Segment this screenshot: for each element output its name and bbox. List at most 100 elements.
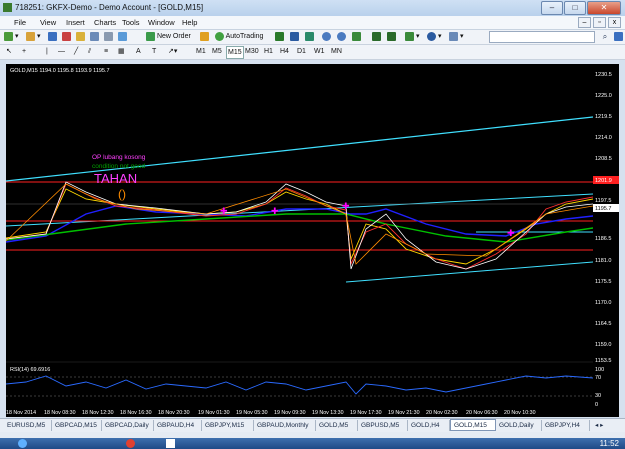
menu-insert[interactable]: Insert bbox=[66, 18, 85, 27]
ma-yellow bbox=[5, 188, 594, 265]
navigator-button[interactable] bbox=[76, 31, 85, 42]
annotation-condition[interactable]: condition not good bbox=[92, 163, 146, 170]
menu-file[interactable]: File bbox=[14, 18, 26, 27]
crosshair-tool[interactable]: + bbox=[22, 46, 26, 57]
autotrading-button[interactable]: AutoTrading bbox=[215, 31, 263, 42]
market-watch-button[interactable] bbox=[48, 31, 57, 42]
zoom-in-button[interactable] bbox=[322, 31, 331, 42]
horizontal-line-tool[interactable]: — bbox=[58, 46, 65, 57]
line-chart-button[interactable] bbox=[305, 31, 314, 42]
menu-help[interactable]: Help bbox=[182, 18, 197, 27]
vertical-line-tool[interactable]: | bbox=[46, 46, 48, 57]
tab-gbpcad-daily[interactable]: GBPCAD,Daily bbox=[102, 420, 154, 431]
label-tool[interactable]: T bbox=[152, 46, 156, 57]
minimize-button[interactable]: – bbox=[541, 1, 563, 15]
signal-marker: ✚ bbox=[271, 206, 279, 216]
tab-eurusd-m5[interactable]: EURUSD,M5 bbox=[4, 420, 52, 431]
lower-trendline[interactable] bbox=[345, 261, 594, 283]
new-chart-icon bbox=[4, 31, 13, 41]
zoom-in-icon bbox=[322, 31, 331, 41]
time-label: 20 Nov 10:30 bbox=[504, 410, 536, 416]
text-tool[interactable]: A bbox=[136, 46, 141, 57]
clock-icon bbox=[427, 31, 436, 41]
menu-view[interactable]: View bbox=[40, 18, 56, 27]
app-taskbar-icon[interactable] bbox=[166, 439, 175, 448]
time-label: 19 Nov 05:30 bbox=[236, 410, 268, 416]
candle-chart-icon bbox=[290, 31, 299, 41]
time-label: 20 Nov 06:30 bbox=[466, 410, 498, 416]
candle-chart-button[interactable] bbox=[290, 31, 299, 42]
search-icon[interactable]: ⌕ bbox=[599, 31, 611, 42]
ma-blue bbox=[5, 205, 594, 243]
level-price-label: 1201.9 bbox=[595, 178, 612, 184]
zoom-out-button[interactable] bbox=[337, 31, 346, 42]
current-price-label: 1195.7 bbox=[595, 206, 611, 212]
tab-gold-h4[interactable]: GOLD,H4 bbox=[408, 420, 450, 431]
time-label: 19 Nov 01:30 bbox=[198, 410, 230, 416]
standard-toolbar: ▾ ▾ New Order AutoTrading ▾ ▾ ▾ ⌕ bbox=[0, 30, 625, 45]
tab-scroll-arrows[interactable]: ◂ ▸ bbox=[592, 420, 620, 431]
timeframe-m30[interactable]: M30 bbox=[245, 46, 259, 57]
auto-scroll-button[interactable] bbox=[372, 31, 381, 42]
menu-tools[interactable]: Tools bbox=[122, 18, 140, 27]
annotation-tahan[interactable]: TAHAN bbox=[94, 171, 137, 186]
maximize-button[interactable]: □ bbox=[564, 1, 586, 15]
community-button[interactable] bbox=[614, 31, 623, 42]
rsi-label: RSI(14) 69.6916 bbox=[10, 367, 50, 373]
channel-tool[interactable]: ⫽ bbox=[88, 46, 91, 57]
tab-gbpcad-m15[interactable]: GBPCAD,M15 bbox=[52, 420, 102, 431]
fibo-tool[interactable]: ≡ bbox=[104, 46, 108, 57]
close-button[interactable]: ✕ bbox=[587, 1, 621, 15]
time-label: 18 Nov 12:30 bbox=[82, 410, 114, 416]
arrows-tool[interactable]: ↗▾ bbox=[168, 46, 177, 57]
timeframe-h1[interactable]: H1 bbox=[264, 46, 273, 57]
tile-windows-button[interactable] bbox=[352, 31, 361, 42]
tab-gbpusd-m5[interactable]: GBPUSD,M5 bbox=[358, 420, 408, 431]
menu-bar: File View Insert Charts Tools Window Hel… bbox=[0, 16, 625, 30]
tester-button[interactable] bbox=[104, 31, 113, 42]
timeframe-m15[interactable]: M15 bbox=[226, 46, 244, 59]
data-window-button[interactable] bbox=[62, 31, 71, 42]
timeframe-d1[interactable]: D1 bbox=[297, 46, 306, 57]
bar-chart-button[interactable] bbox=[275, 31, 284, 42]
tab-gbpjpy-h4[interactable]: GBPJPY,H4 bbox=[542, 420, 590, 431]
mdi-minimize-button[interactable]: – bbox=[578, 17, 591, 28]
timeframe-mn[interactable]: MN bbox=[331, 46, 342, 57]
menu-window[interactable]: Window bbox=[148, 18, 175, 27]
menu-charts[interactable]: Charts bbox=[94, 18, 116, 27]
tab-gold-daily[interactable]: GOLD,Daily bbox=[496, 420, 542, 431]
timeframe-w1[interactable]: W1 bbox=[314, 46, 325, 57]
browser-icon[interactable] bbox=[126, 439, 135, 448]
data-window-icon bbox=[62, 31, 71, 41]
start-icon[interactable] bbox=[18, 439, 27, 448]
annotation-op[interactable]: OP lubang kosong bbox=[92, 154, 146, 161]
trendline-tool[interactable]: ╱ bbox=[74, 46, 78, 57]
tab-gbpaud-h4[interactable]: GBPAUD,H4 bbox=[154, 420, 202, 431]
mdi-close-button[interactable]: x bbox=[608, 17, 621, 28]
timeframe-m5[interactable]: M5 bbox=[212, 46, 222, 57]
search-input[interactable] bbox=[489, 31, 595, 43]
editor-button[interactable] bbox=[118, 31, 127, 42]
price-axis: 1230.5 1225.0 1219.5 1214.0 1208.5 1201.… bbox=[593, 64, 619, 408]
chart-shift-button[interactable] bbox=[387, 31, 396, 42]
templates-button[interactable]: ▾ bbox=[449, 31, 463, 42]
price-chart[interactable]: GOLD,M15 1194.0 1195.8 1193.9 1195.7 ✚ ✚… bbox=[5, 64, 594, 407]
profiles-button[interactable]: ▾ bbox=[26, 31, 40, 42]
timeframe-h4[interactable]: H4 bbox=[280, 46, 289, 57]
tab-gbpjpy-m15[interactable]: GBPJPY,M15 bbox=[202, 420, 254, 431]
cursor-tool[interactable]: ↖ bbox=[6, 46, 12, 57]
terminal-button[interactable] bbox=[90, 31, 99, 42]
metaeditor-button[interactable] bbox=[200, 31, 209, 42]
zoom-out-icon bbox=[337, 31, 346, 41]
time-label: 18 Nov 08:30 bbox=[44, 410, 76, 416]
timeframe-m1[interactable]: M1 bbox=[196, 46, 206, 57]
tab-gold-m5[interactable]: GOLD,M5 bbox=[316, 420, 358, 431]
new-chart-button[interactable]: ▾ bbox=[4, 31, 18, 42]
tab-gold-m15[interactable]: GOLD,M15 bbox=[450, 419, 496, 431]
new-order-button[interactable]: New Order bbox=[146, 31, 191, 42]
tab-gbpaud-monthly[interactable]: GBPAUD,Monthly bbox=[254, 420, 316, 431]
periods-button[interactable]: ▾ bbox=[427, 31, 441, 42]
mdi-restore-button[interactable]: ▫ bbox=[593, 17, 606, 28]
grid-tool[interactable]: ▦ bbox=[118, 46, 125, 57]
indicators-button[interactable]: ▾ bbox=[405, 31, 419, 42]
